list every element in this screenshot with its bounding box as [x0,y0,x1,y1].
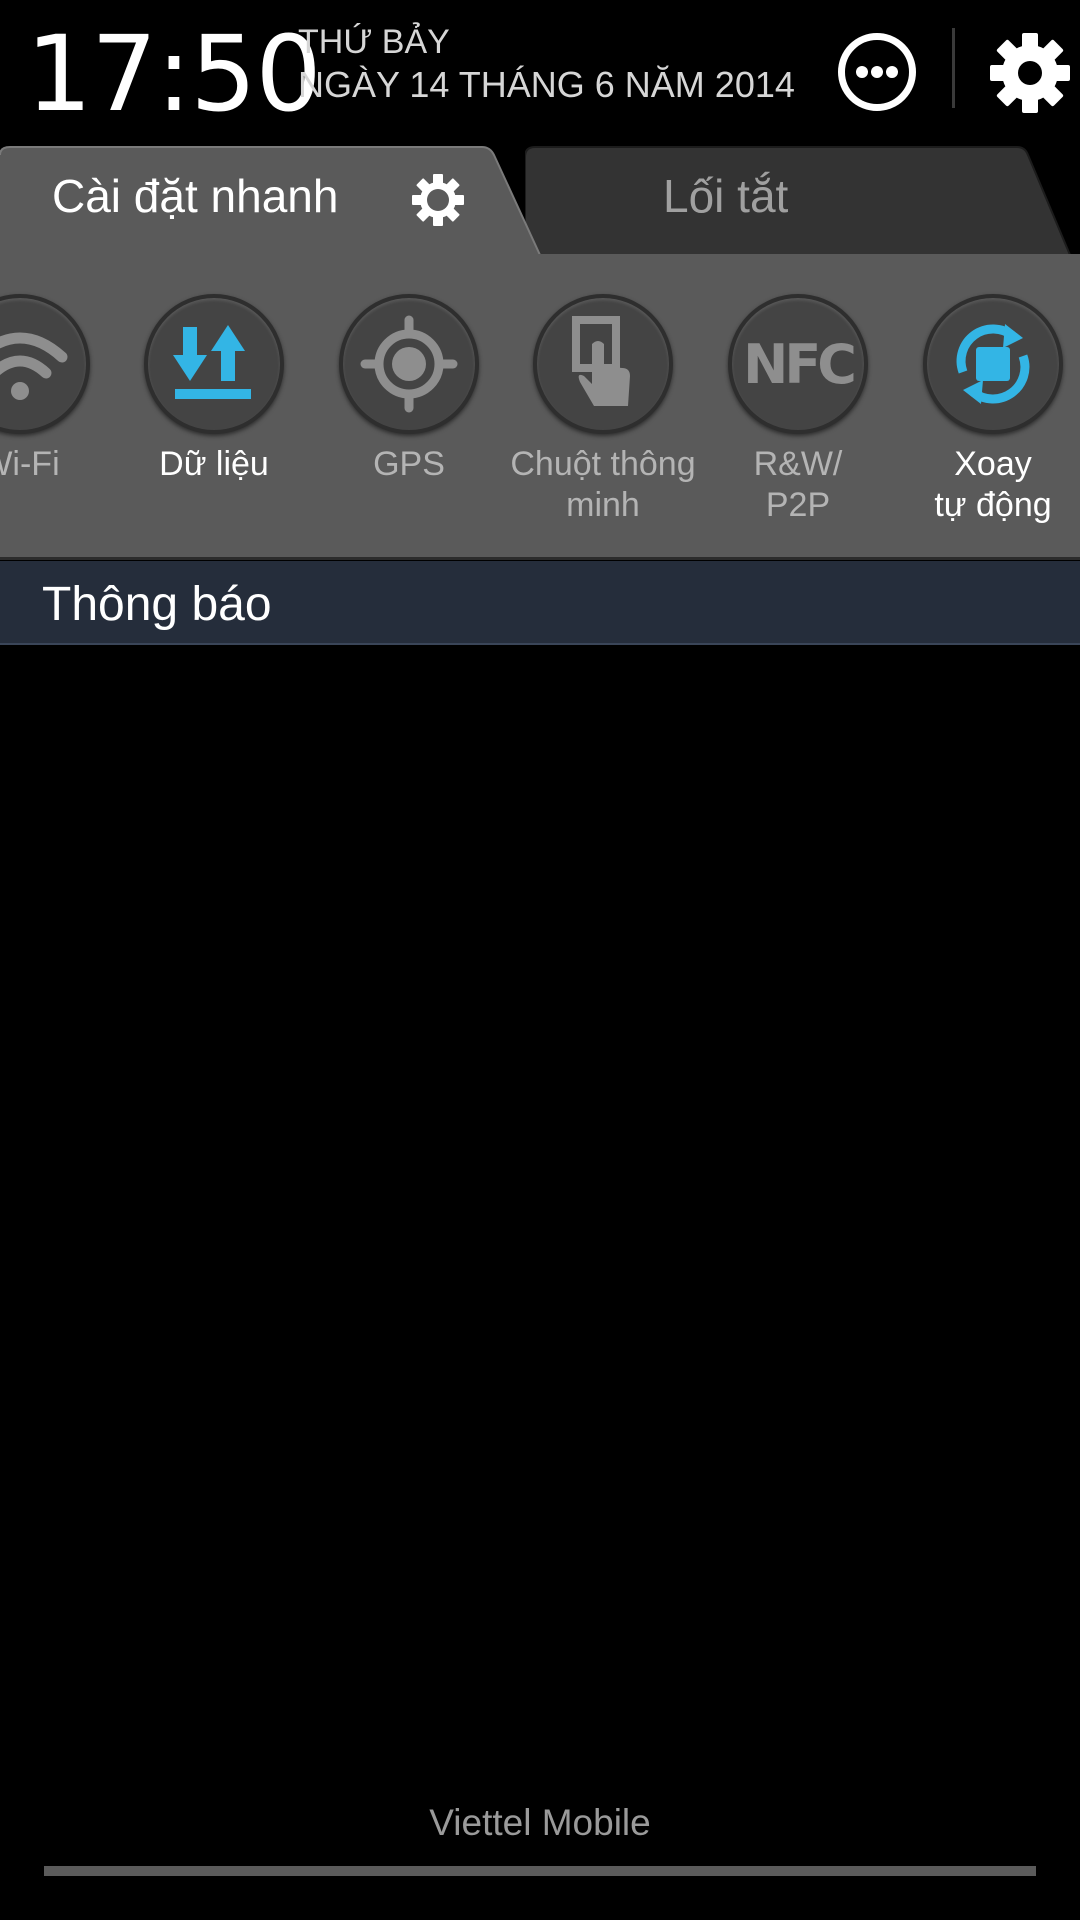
notifications-title: Thông báo [42,578,272,631]
clock: 17:50 [26,13,322,135]
gear-icon[interactable] [410,172,466,228]
toggle-auto-rotate-label: Xoay tự động [934,445,1052,524]
toggle-gps[interactable]: GPS [314,294,504,485]
smart-mouse-icon [533,294,673,434]
header-divider [952,28,955,108]
tab-quick-settings-label: Cài đặt nhanh [52,170,339,222]
full-date: NGÀY 14 THÁNG 6 NĂM 2014 [298,64,795,105]
day-of-week: THỨ BẢY [298,23,450,61]
data-transfer-icon [144,294,284,434]
nfc-icon: NFC [728,294,868,434]
more-dots-icon[interactable] [838,33,916,111]
carrier-label: Viettel Mobile [429,1802,651,1843]
settings-gear-icon[interactable] [985,28,1075,118]
auto-rotate-icon [923,294,1063,434]
notifications-header: Thông báo [0,561,1080,645]
toggle-data-label: Dữ liệu [159,445,269,483]
toggle-gps-label: GPS [373,445,445,483]
panel-tabs: Lối tắt Cài đặt nhanh [0,145,1080,255]
tab-quick-settings[interactable]: Cài đặt nhanh [0,145,545,255]
quick-settings-panel: Wi-Fi Dữ liệu [0,254,1080,560]
status-header: 17:50 THỨ BẢY NGÀY 14 THÁNG 6 NĂM 2014 [0,0,1080,145]
tab-shortcuts-label: Lối tắt [663,170,789,222]
toggle-smart-mouse-label: Chuột thông minh [510,445,696,524]
toggle-auto-rotate[interactable]: Xoay tự động [898,294,1080,526]
toggle-wifi[interactable]: Wi-Fi [0,294,115,485]
drag-handle[interactable] [44,1866,1036,1876]
toggle-wifi-label: Wi-Fi [0,445,60,483]
toggle-data[interactable]: Dữ liệu [119,294,309,485]
gps-icon [339,294,479,434]
toggle-smart-mouse[interactable]: Chuột thông minh [508,294,698,526]
nfc-icon-text: NFC [743,332,857,396]
toggle-nfc[interactable]: NFC R&W/ P2P [703,294,893,526]
date-block: THỨ BẢY NGÀY 14 THÁNG 6 NĂM 2014 [298,22,795,108]
tab-shortcuts[interactable]: Lối tắt [525,145,1080,255]
wifi-icon [0,294,90,434]
toggle-nfc-label: R&W/ P2P [753,445,843,524]
